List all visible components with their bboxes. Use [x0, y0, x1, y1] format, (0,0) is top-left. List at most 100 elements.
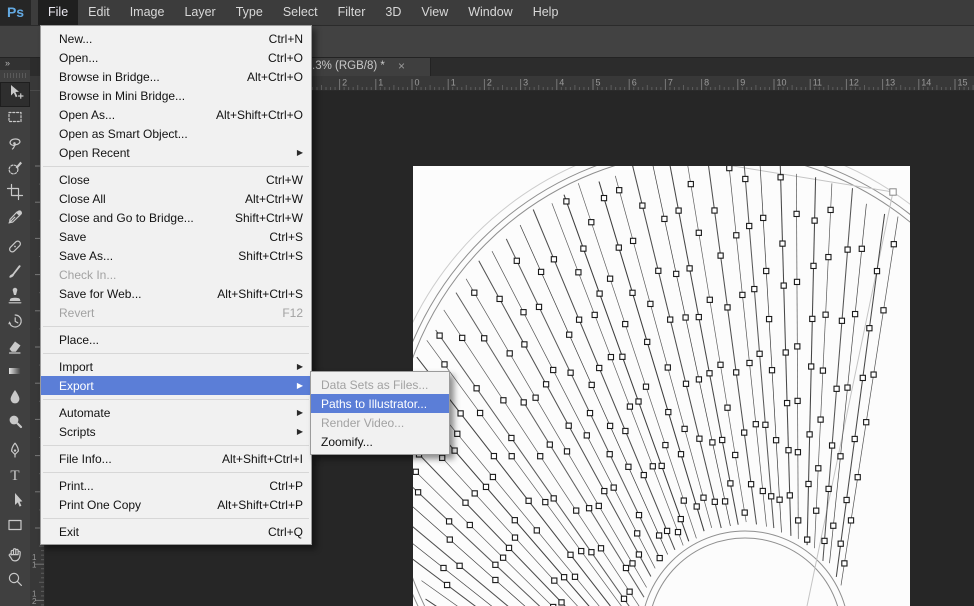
tool-move[interactable] — [0, 82, 30, 107]
svg-text:T: T — [10, 468, 19, 484]
menubar-item-view[interactable]: View — [411, 0, 458, 25]
tool-clone-stamp[interactable] — [0, 286, 30, 311]
menubar-item-3d[interactable]: 3D — [375, 0, 411, 25]
menu-item-new[interactable]: New...Ctrl+N — [41, 29, 311, 48]
menubar-item-select[interactable]: Select — [273, 0, 328, 25]
svg-text:15: 15 — [958, 78, 968, 88]
menubar-item-filter[interactable]: Filter — [328, 0, 376, 25]
rectangle-icon — [6, 516, 24, 539]
menubar-item-type[interactable]: Type — [226, 0, 273, 25]
menu-item-export[interactable]: Export▶ — [41, 376, 311, 395]
tool-spot-healing-brush[interactable] — [0, 236, 30, 261]
svg-text:3: 3 — [523, 78, 528, 88]
menu-separator — [43, 472, 309, 473]
tool-type[interactable]: T — [0, 465, 30, 490]
menu-item-save-as[interactable]: Save As...Shift+Ctrl+S — [41, 246, 311, 265]
document-canvas[interactable] — [413, 166, 910, 606]
menu-item-place[interactable]: Place... — [41, 330, 311, 349]
menu-item-import[interactable]: Import▶ — [41, 357, 311, 376]
move-icon — [6, 83, 24, 106]
menu-separator — [43, 326, 309, 327]
svg-text:1: 1 — [32, 561, 37, 570]
tools-panel-collapse[interactable]: » — [0, 57, 30, 70]
menu-item-check-in: Check In... — [41, 265, 311, 284]
tool-brush[interactable] — [0, 261, 30, 286]
menu-item-open-recent[interactable]: Open Recent▶ — [41, 143, 311, 162]
lasso-icon — [6, 133, 24, 156]
menu-item-print[interactable]: Print...Ctrl+P — [41, 476, 311, 495]
tab-close-icon[interactable]: × — [398, 57, 405, 76]
menubar-item-edit[interactable]: Edit — [78, 0, 120, 25]
submenu-arrow-icon: ▶ — [297, 408, 303, 417]
tool-rectangle[interactable] — [0, 515, 30, 540]
menu-item-shortcut: Ctrl+N — [269, 32, 303, 46]
tool-history-brush[interactable] — [0, 311, 30, 336]
menu-item-shortcut: Ctrl+W — [266, 173, 303, 187]
tool-eyedropper[interactable] — [0, 207, 30, 232]
menu-item-close-all[interactable]: Close All Alt+Ctrl+W — [41, 189, 311, 208]
menu-item-open-as-smart-object[interactable]: Open as Smart Object... — [41, 124, 311, 143]
menu-item-label: Close All — [59, 192, 106, 206]
tool-eraser[interactable] — [0, 336, 30, 361]
menu-item-close-and-go-to-bridge[interactable]: Close and Go to Bridge...Shift+Ctrl+W — [41, 208, 311, 227]
menu-item-browse-in-mini-bridge[interactable]: Browse in Mini Bridge... — [41, 86, 311, 105]
menu-item-save-for-web[interactable]: Save for Web...Alt+Shift+Ctrl+S — [41, 284, 311, 303]
tool-blur[interactable] — [0, 386, 30, 411]
menubar-item-file[interactable]: File — [38, 0, 78, 25]
menu-item-shortcut: Ctrl+Q — [268, 525, 303, 539]
tool-dodge[interactable] — [0, 411, 30, 436]
tool-pen[interactable] — [0, 440, 30, 465]
menu-item-shortcut: Alt+Ctrl+W — [245, 192, 303, 206]
menu-separator — [43, 445, 309, 446]
svg-text:11: 11 — [813, 78, 822, 88]
menu-item-shortcut: Alt+Shift+Ctrl+O — [216, 108, 303, 122]
tool-lasso[interactable] — [0, 132, 30, 157]
tool-zoom[interactable] — [0, 569, 30, 594]
menu-item-browse-in-bridge[interactable]: Browse in Bridge...Alt+Ctrl+O — [41, 67, 311, 86]
photoshop-logo: Ps — [0, 0, 31, 25]
menu-item-automate[interactable]: Automate▶ — [41, 403, 311, 422]
menu-item-zoomify[interactable]: Zoomify... — [311, 432, 449, 451]
svg-text:12: 12 — [849, 78, 859, 88]
menu-item-label: Open As... — [59, 108, 115, 122]
tool-crop[interactable] — [0, 182, 30, 207]
clone-stamp-icon — [6, 287, 24, 310]
history-brush-icon — [6, 312, 24, 335]
menu-item-label: Zoomify... — [321, 435, 373, 449]
spot-healing-brush-icon — [6, 237, 24, 260]
svg-text:2: 2 — [487, 78, 492, 88]
tool-rectangular-marquee[interactable] — [0, 107, 30, 132]
menu-item-label: Render Video... — [321, 416, 404, 430]
menu-item-label: Open... — [59, 51, 98, 65]
tool-gradient[interactable] — [0, 361, 30, 386]
menu-bar: Ps FileEditImageLayerTypeSelectFilter3DV… — [0, 0, 974, 26]
menu-item-open[interactable]: Open...Ctrl+O — [41, 48, 311, 67]
tool-hand[interactable] — [0, 544, 30, 569]
tool-path-selection[interactable] — [0, 490, 30, 515]
menu-item-file-info[interactable]: File Info...Alt+Shift+Ctrl+I — [41, 449, 311, 468]
tool-quick-selection[interactable] — [0, 157, 30, 182]
menu-separator — [43, 353, 309, 354]
menu-item-scripts[interactable]: Scripts▶ — [41, 422, 311, 441]
svg-text:9: 9 — [740, 78, 745, 88]
menu-separator — [43, 399, 309, 400]
menu-item-exit[interactable]: ExitCtrl+Q — [41, 522, 311, 541]
paths-artwork — [413, 166, 910, 606]
menubar-item-window[interactable]: Window — [458, 0, 522, 25]
menu-item-label: File Info... — [59, 452, 112, 466]
menu-item-open-as[interactable]: Open As... Alt+Shift+Ctrl+O — [41, 105, 311, 124]
pen-icon — [6, 441, 24, 464]
menubar-item-help[interactable]: Help — [523, 0, 569, 25]
menu-item-label: Scripts — [59, 425, 96, 439]
menubar-item-image[interactable]: Image — [120, 0, 175, 25]
menubar-item-layer[interactable]: Layer — [174, 0, 225, 25]
menu-separator — [43, 518, 309, 519]
menu-item-close[interactable]: CloseCtrl+W — [41, 170, 311, 189]
menu-item-label: Close and Go to Bridge... — [59, 211, 194, 225]
menu-item-paths-to-illustrator[interactable]: Paths to Illustrator... — [311, 394, 449, 413]
menu-item-save[interactable]: SaveCtrl+S — [41, 227, 311, 246]
tools-panel-grip[interactable] — [4, 73, 26, 78]
menu-item-shortcut: Alt+Shift+Ctrl+P — [217, 498, 303, 512]
file-menu: New...Ctrl+NOpen...Ctrl+OBrowse in Bridg… — [40, 25, 312, 545]
menu-item-print-one-copy[interactable]: Print One CopyAlt+Shift+Ctrl+P — [41, 495, 311, 514]
